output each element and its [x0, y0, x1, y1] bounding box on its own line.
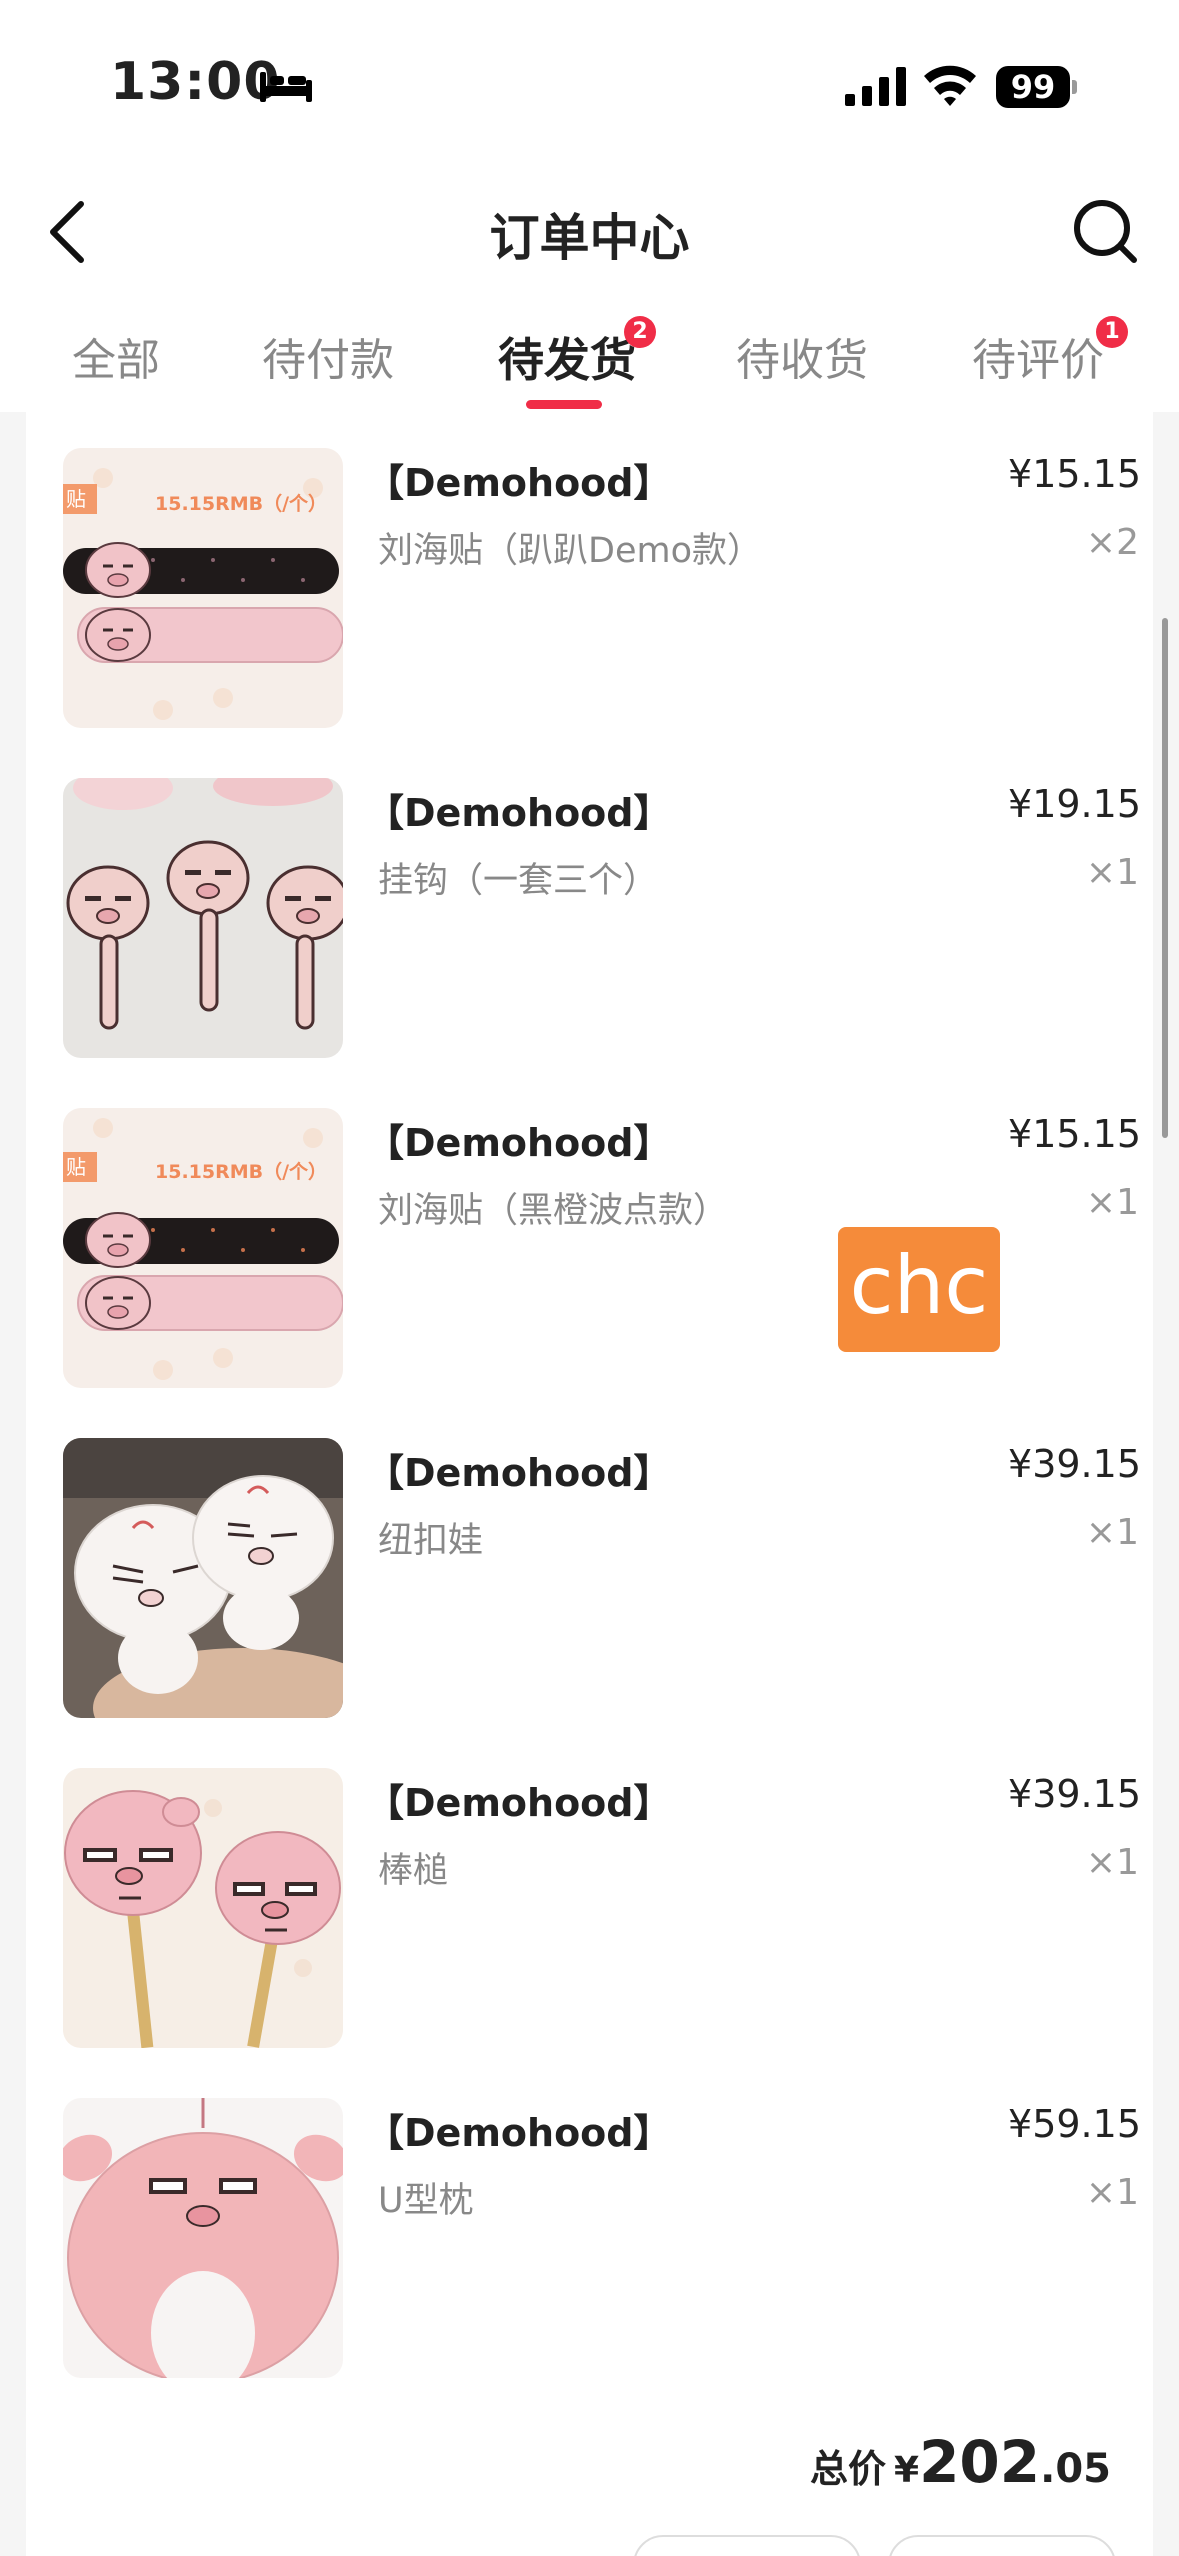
tab-badge: 1 — [1096, 316, 1128, 348]
tab-pending-review[interactable]: 待评价 — [972, 324, 1104, 388]
item-name: 挂钩（一套三个） — [378, 861, 659, 901]
order-total: 总价 ¥202.05 — [810, 2428, 1111, 2496]
scrollbar[interactable] — [1162, 618, 1168, 1138]
total-currency: ¥ — [894, 2450, 920, 2491]
item-price: ¥19.15 — [1008, 782, 1141, 826]
order-tabs: 全部 待付款 待发货 2 待收货 待评价 1 — [0, 300, 1179, 412]
order-card: 贴 15.15RMB（/个） 【Demohood】 刘海贴（趴趴Demo款） ¥… — [26, 412, 1153, 2556]
product-image[interactable] — [63, 1768, 343, 2048]
battery-icon: 99 — [996, 66, 1077, 108]
order-action-button[interactable] — [633, 2535, 861, 2556]
status-bar: 13:00 99 — [0, 0, 1179, 160]
chc-watermark: chc — [838, 1227, 1000, 1352]
item-quantity: ×1 — [1085, 1182, 1139, 1223]
thumb-tag: 贴 — [66, 487, 86, 511]
wifi-icon — [924, 65, 976, 106]
tab-pending-receipt[interactable]: 待收货 — [736, 324, 868, 388]
thumb-price-text: 15.15RMB（/个） — [155, 1160, 327, 1183]
item-quantity: ×2 — [1085, 522, 1139, 563]
product-image[interactable] — [63, 1438, 343, 1718]
thumb-tag: 贴 — [66, 1155, 86, 1179]
battery-tip — [1072, 80, 1077, 94]
thumb-price-text: 15.15RMB（/个） — [155, 492, 327, 515]
item-quantity: ×1 — [1085, 852, 1139, 893]
bed-icon — [260, 72, 312, 102]
item-name: 棒槌 — [378, 1851, 449, 1891]
item-brand: 【Demohood】 — [366, 1451, 672, 1495]
item-brand: 【Demohood】 — [366, 2111, 672, 2155]
battery-level: 99 — [996, 66, 1070, 108]
item-name: 刘海贴（黑橙波点款） — [378, 1191, 729, 1231]
item-name: U型枕 — [378, 2181, 474, 2221]
search-icon[interactable] — [1070, 196, 1140, 266]
item-price: ¥39.15 — [1008, 1772, 1141, 1816]
total-integer: 202 — [919, 2428, 1041, 2496]
product-image[interactable]: 贴 15.15RMB（/个） — [63, 448, 343, 728]
active-tab-indicator — [526, 400, 602, 409]
item-brand: 【Demohood】 — [366, 1121, 672, 1165]
order-action-button[interactable] — [888, 2535, 1116, 2556]
page-title: 订单中心 — [489, 209, 690, 267]
item-price: ¥15.15 — [1008, 452, 1141, 496]
total-label: 总价 — [809, 2447, 886, 2491]
list-item[interactable]: 贴 15.15RMB（/个） 【Demohood】 刘海贴（趴趴Demo款） ¥… — [26, 412, 1153, 728]
list-item[interactable]: 【Demohood】 U型枕 ¥59.15 ×1 — [26, 2062, 1153, 2378]
item-quantity: ×1 — [1085, 1512, 1139, 1553]
tab-pending-payment[interactable]: 待付款 — [262, 324, 394, 388]
tab-badge: 2 — [624, 316, 656, 348]
item-brand: 【Demohood】 — [366, 461, 672, 505]
tab-all[interactable]: 全部 — [72, 324, 160, 388]
item-brand: 【Demohood】 — [366, 791, 672, 835]
status-time: 13:00 — [110, 52, 281, 112]
product-image[interactable] — [63, 2098, 343, 2378]
item-price: ¥59.15 — [1008, 2102, 1141, 2146]
tab-pending-shipment[interactable]: 待发货 — [498, 324, 636, 390]
total-decimal: .05 — [1040, 2446, 1111, 2492]
item-quantity: ×1 — [1085, 2172, 1139, 2213]
list-item[interactable]: 【Demohood】 棒槌 ¥39.15 ×1 — [26, 1732, 1153, 2048]
item-brand: 【Demohood】 — [366, 1781, 672, 1825]
list-item[interactable]: 【Demohood】 挂钩（一套三个） ¥19.15 ×1 — [26, 742, 1153, 1058]
item-price: ¥15.15 — [1008, 1112, 1141, 1156]
item-price: ¥39.15 — [1008, 1442, 1141, 1486]
signal-icon — [845, 67, 906, 106]
item-quantity: ×1 — [1085, 1842, 1139, 1883]
item-name: 刘海贴（趴趴Demo款） — [378, 531, 762, 571]
product-image[interactable] — [63, 778, 343, 1058]
item-name: 纽扣娃 — [378, 1521, 484, 1561]
product-image[interactable]: 贴 15.15RMB（/个） — [63, 1108, 343, 1388]
nav-bar: 订单中心 — [0, 160, 1179, 300]
list-item[interactable]: 【Demohood】 纽扣娃 ¥39.15 ×1 — [26, 1402, 1153, 1718]
